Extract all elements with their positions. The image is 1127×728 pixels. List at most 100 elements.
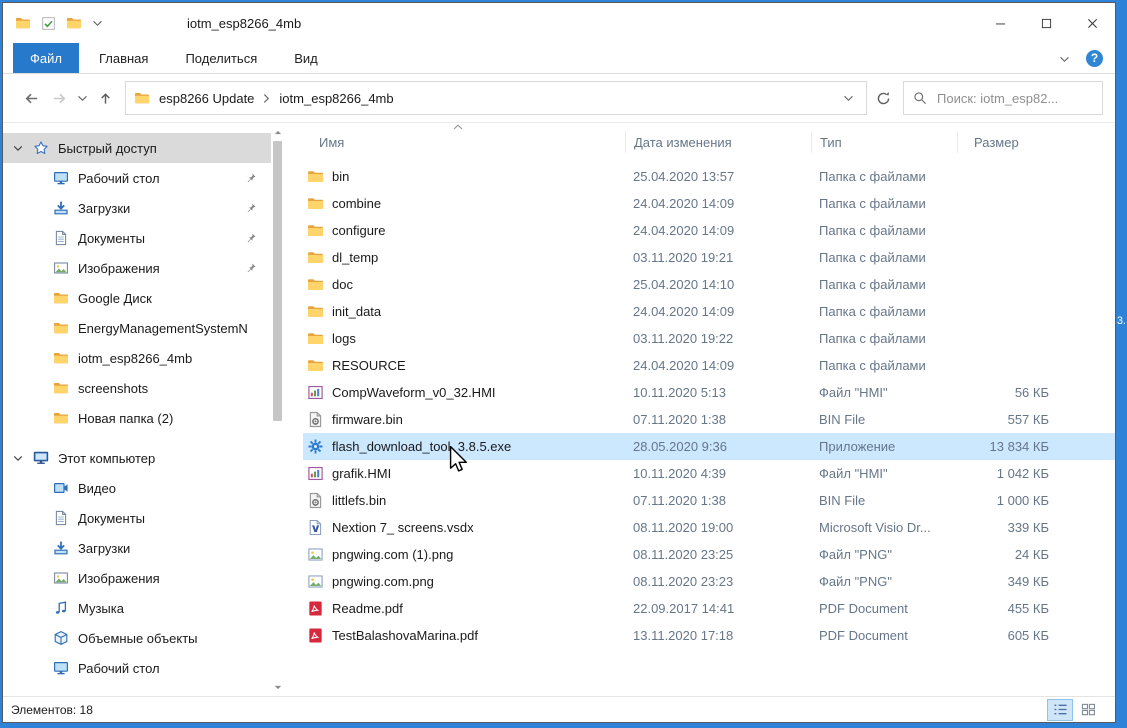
pictures-icon — [53, 570, 69, 586]
file-row[interactable]: pngwing.com (1).png08.11.2020 23:25Файл … — [303, 541, 1115, 568]
sidebar-item-label: Видео — [78, 481, 116, 496]
properties-button[interactable] — [41, 16, 56, 31]
file-date-modified: 03.11.2020 19:22 — [625, 331, 811, 346]
file-row[interactable]: CompWaveform_v0_32.HMI10.11.2020 5:13Фай… — [303, 379, 1115, 406]
column-header-name[interactable]: Имя — [303, 131, 625, 153]
column-header-date[interactable]: Дата изменения — [625, 131, 811, 153]
folder-icon — [53, 290, 69, 306]
sidebar-item-pictures-2[interactable]: Изображения — [3, 563, 271, 593]
sidebar-item-energy-management[interactable]: EnergyManagementSystemN — [3, 313, 271, 343]
breadcrumb-segment[interactable]: esp8266 Update — [150, 91, 263, 106]
sidebar-item-music[interactable]: Музыка — [3, 593, 271, 623]
recent-locations-icon[interactable] — [73, 84, 91, 112]
sidebar-item-label: Google Диск — [78, 291, 152, 306]
sidebar-item-videos[interactable]: Видео — [3, 473, 271, 503]
up-button[interactable] — [91, 84, 119, 112]
sidebar-item-label: Загрузки — [78, 201, 130, 216]
details-view-button[interactable] — [1047, 699, 1073, 721]
column-header-size[interactable]: Размер — [957, 131, 1057, 153]
file-size: 339 КБ — [957, 520, 1057, 535]
sidebar-item-new-folder-2[interactable]: Новая папка (2) — [3, 403, 271, 433]
expander-icon[interactable] — [13, 455, 23, 462]
refresh-button[interactable] — [867, 81, 899, 115]
file-row[interactable]: flash_download_tool_3.8.5.exe28.05.2020 … — [303, 433, 1115, 460]
sidebar-item-objects-3d[interactable]: Объемные объекты — [3, 623, 271, 653]
file-row[interactable]: firmware.bin07.11.2020 1:38BIN File557 К… — [303, 406, 1115, 433]
file-row[interactable]: TestBalashovaMarina.pdf13.11.2020 17:18P… — [303, 622, 1115, 649]
document-icon — [53, 230, 69, 246]
file-size: 1 042 КБ — [957, 466, 1057, 481]
sidebar-item-desktop-2[interactable]: Рабочий стол — [3, 653, 271, 683]
back-button[interactable] — [17, 84, 45, 112]
scroll-down-icon[interactable] — [271, 680, 285, 694]
sidebar-item-downloads-2[interactable]: Загрузки — [3, 533, 271, 563]
file-row[interactable]: doc25.04.2020 14:10Папка с файлами — [303, 271, 1115, 298]
binf-icon — [307, 492, 324, 509]
ribbon-collapse-icon[interactable] — [1059, 51, 1070, 66]
sidebar-item-documents[interactable]: Документы — [3, 223, 271, 253]
file-type: Папка с файлами — [811, 358, 957, 373]
search-box[interactable] — [903, 81, 1103, 115]
column-headers: ИмяДата измененияТипРазмер — [303, 127, 1115, 157]
forward-button[interactable] — [45, 84, 73, 112]
file-row[interactable]: bin25.04.2020 13:57Папка с файлами — [303, 163, 1115, 190]
minimize-button[interactable] — [977, 3, 1023, 43]
file-row[interactable]: dl_temp03.11.2020 19:21Папка с файлами — [303, 244, 1115, 271]
file-row[interactable]: RESOURCE24.04.2020 14:09Папка с файлами — [303, 352, 1115, 379]
maximize-button[interactable] — [1023, 3, 1069, 43]
address-bar[interactable]: esp8266 Update iotm_esp8266_4mb — [125, 81, 867, 115]
tab-file[interactable]: Файл — [13, 43, 79, 73]
tab-share[interactable]: Поделиться — [168, 43, 274, 73]
scrollbar-thumb[interactable] — [273, 141, 282, 421]
expander-icon[interactable] — [13, 145, 23, 152]
file-row[interactable]: logs03.11.2020 19:22Папка с файлами — [303, 325, 1115, 352]
thumbnails-view-button[interactable] — [1075, 699, 1101, 721]
sidebar-item-iotm-esp8266-4mb[interactable]: iotm_esp8266_4mb — [3, 343, 271, 373]
sidebar-item-pictures[interactable]: Изображения — [3, 253, 271, 283]
close-button[interactable] — [1069, 3, 1115, 43]
file-name: CompWaveform_v0_32.HMI — [303, 384, 625, 401]
sidebar-item-google-drive[interactable]: Google Диск — [3, 283, 271, 313]
file-row[interactable]: grafik.HMI10.11.2020 4:39Файл "HMI"1 042… — [303, 460, 1115, 487]
sidebar-item-quick-access[interactable]: Быстрый доступ — [3, 133, 271, 163]
file-date-modified: 08.11.2020 23:23 — [625, 574, 811, 589]
file-row[interactable]: Nextion 7_ screens.vsdx08.11.2020 19:00M… — [303, 514, 1115, 541]
breadcrumb-segment[interactable]: iotm_esp8266_4mb — [270, 91, 402, 106]
help-icon[interactable]: ? — [1086, 50, 1103, 67]
desktop-icon-label-fragment: 3. — [1117, 315, 1126, 327]
titlebar[interactable]: iotm_esp8266_4mb — [3, 3, 1115, 43]
desktop-background: 3. iotm_esp8266_4mb ФайлГлавнаяПоделитьс… — [0, 0, 1127, 728]
sidebar-item-this-pc[interactable]: Этот компьютер — [3, 443, 271, 473]
sidebar-item-label: Музыка — [78, 601, 124, 616]
address-dropdown-icon[interactable] — [839, 95, 858, 102]
pin-icon — [245, 202, 257, 214]
sidebar-item-documents-2[interactable]: Документы — [3, 503, 271, 533]
search-input[interactable] — [935, 90, 1093, 107]
file-date-modified: 22.09.2017 14:41 — [625, 601, 811, 616]
file-row[interactable]: pngwing.com.png08.11.2020 23:23Файл "PNG… — [303, 568, 1115, 595]
file-size: 605 КБ — [957, 628, 1057, 643]
image-icon — [307, 573, 324, 590]
file-row[interactable]: init_data24.04.2020 14:09Папка с файлами — [303, 298, 1115, 325]
tab-home[interactable]: Главная — [82, 43, 165, 73]
folder-icon — [53, 410, 69, 426]
file-row[interactable]: configure24.04.2020 14:09Папка с файлами — [303, 217, 1115, 244]
new-folder-button[interactable] — [66, 15, 82, 31]
sidebar-item-desktop[interactable]: Рабочий стол — [3, 163, 271, 193]
sidebar-scrollbar[interactable] — [271, 123, 285, 696]
tab-view[interactable]: Вид — [277, 43, 335, 73]
qat-dropdown-icon[interactable] — [92, 20, 103, 27]
image-icon — [307, 546, 324, 563]
scroll-up-icon[interactable] — [271, 125, 285, 139]
cube-icon — [53, 630, 69, 646]
window-controls — [977, 3, 1115, 43]
column-header-type[interactable]: Тип — [811, 131, 957, 153]
file-row[interactable]: combine24.04.2020 14:09Папка с файлами — [303, 190, 1115, 217]
file-row[interactable]: Readme.pdf22.09.2017 14:41PDF Document45… — [303, 595, 1115, 622]
file-name: combine — [303, 195, 625, 212]
hmi-icon — [307, 465, 324, 482]
sidebar-item-downloads[interactable]: Загрузки — [3, 193, 271, 223]
file-row[interactable]: littlefs.bin07.11.2020 1:38BIN File1 000… — [303, 487, 1115, 514]
sidebar-item-screenshots[interactable]: screenshots — [3, 373, 271, 403]
folder-icon — [307, 195, 324, 212]
